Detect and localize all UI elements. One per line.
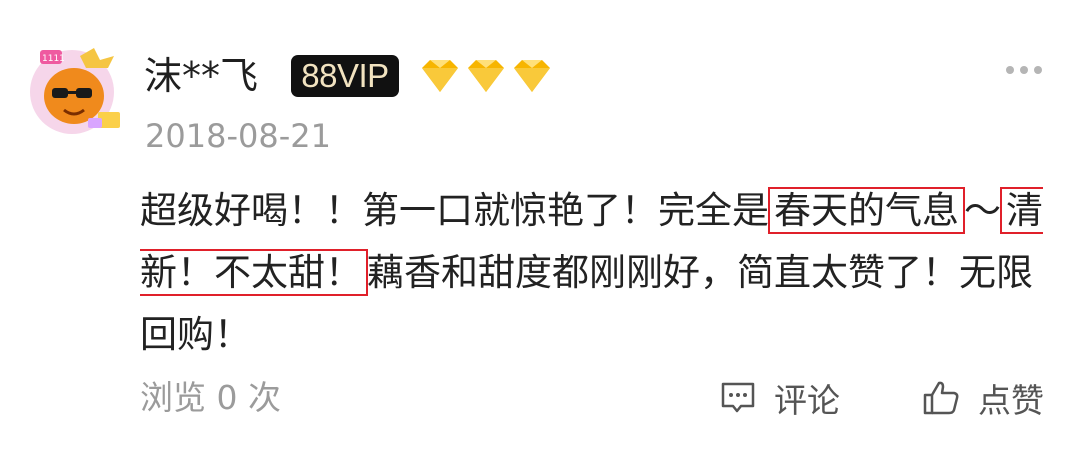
diamond-icon bbox=[514, 60, 550, 92]
review-text: 超级好喝！！第一口就惊艳了！完全是 春天的气息～清新！不太甜！ 藕香和甜度都刚刚好，… bbox=[140, 180, 1050, 366]
comment-button[interactable]: 评论 bbox=[720, 376, 840, 420]
review-date: 2018-08-21 bbox=[145, 117, 331, 155]
review-text-part2: ～ bbox=[964, 189, 1001, 232]
view-count: 浏览 0 次 bbox=[140, 378, 281, 417]
comment-label: 评论 bbox=[774, 381, 840, 420]
more-icon bbox=[1006, 66, 1042, 74]
username[interactable]: 沫**飞 bbox=[144, 52, 258, 100]
svg-text:1111: 1111 bbox=[42, 54, 65, 64]
diamond-icon bbox=[468, 60, 504, 92]
avatar-image: 1111 bbox=[30, 48, 120, 134]
review-text-part1: 超级好喝！！第一口就惊艳了！完全是 bbox=[140, 189, 769, 232]
highlight-spring: 春天的气息 bbox=[768, 187, 965, 234]
like-label: 点赞 bbox=[978, 381, 1044, 420]
member-level-diamonds bbox=[418, 56, 558, 96]
vip-badge: 88VIP bbox=[291, 55, 399, 97]
more-options-button[interactable] bbox=[1004, 60, 1044, 80]
comment-icon bbox=[721, 382, 755, 413]
thumbs-up-icon bbox=[923, 381, 959, 415]
user-avatar[interactable]: 1111 bbox=[22, 38, 126, 138]
diamond-icon bbox=[422, 60, 458, 92]
diamond-icons bbox=[422, 60, 550, 92]
like-button[interactable]: 点赞 bbox=[922, 376, 1044, 420]
